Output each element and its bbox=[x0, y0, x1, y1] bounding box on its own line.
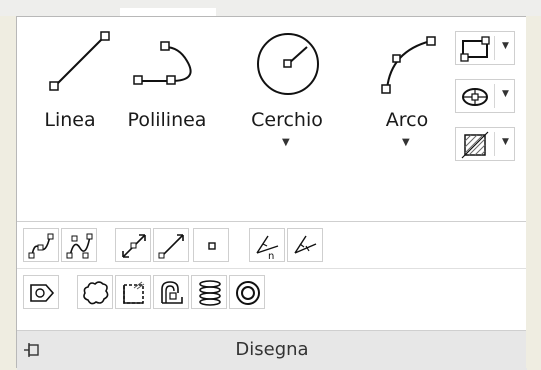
rectangle-dropdown-icon[interactable]: ▼ bbox=[502, 41, 509, 51]
ribbon-tab-edge bbox=[120, 8, 216, 16]
arc-dropdown-icon[interactable]: ▼ bbox=[402, 137, 410, 148]
row-divider bbox=[17, 268, 527, 269]
ribbon-right-edge bbox=[526, 16, 541, 368]
circle-button[interactable]: Cerchio ▼ bbox=[241, 17, 333, 177]
draw-panel-large-tools: Linea Polilinea Cerchio ▼ Arco ▼ ▼ ▼ ▼ bbox=[17, 17, 527, 222]
rectangle-separator bbox=[494, 36, 495, 60]
helix-button[interactable] bbox=[191, 275, 227, 309]
point-icon bbox=[208, 242, 216, 250]
arc-label: Arco bbox=[385, 109, 429, 131]
region-button[interactable] bbox=[23, 275, 59, 309]
hatch-icon bbox=[461, 131, 489, 159]
ellipse-separator bbox=[494, 84, 495, 108]
panel-footer[interactable]: Disegna bbox=[17, 330, 527, 370]
polyline-icon bbox=[133, 41, 192, 85]
ribbon-top-strip bbox=[0, 0, 541, 16]
boundary-icon bbox=[161, 281, 183, 304]
ray-button[interactable] bbox=[153, 228, 189, 262]
hatch-button[interactable]: ▼ bbox=[455, 127, 515, 161]
circle-label: Cerchio bbox=[251, 109, 323, 131]
line-icon bbox=[49, 31, 110, 91]
construction-line-button[interactable] bbox=[115, 228, 151, 262]
ellipse-icon bbox=[462, 88, 488, 106]
boundary-button[interactable] bbox=[153, 275, 189, 309]
measure-icon bbox=[294, 235, 317, 254]
construction-line-icon bbox=[122, 234, 146, 258]
wipeout-button[interactable] bbox=[115, 275, 151, 309]
ellipse-button[interactable]: ▼ bbox=[455, 79, 515, 113]
donut-icon bbox=[236, 281, 260, 305]
region-icon bbox=[30, 284, 55, 302]
panel-title: Disegna bbox=[235, 339, 309, 360]
draw-tools-row-2 bbox=[17, 271, 527, 311]
spline-fit-icon bbox=[28, 233, 54, 259]
spline-cv-icon bbox=[66, 233, 93, 259]
spline-fit-button[interactable] bbox=[23, 228, 59, 262]
point-button[interactable] bbox=[193, 228, 229, 262]
draw-tools-row-1: n bbox=[17, 224, 527, 264]
polyline-label: Polilinea bbox=[127, 109, 207, 131]
line-button[interactable]: Linea bbox=[35, 17, 110, 177]
helix-icon bbox=[199, 280, 221, 306]
arc-button[interactable]: Arco ▼ bbox=[369, 17, 445, 177]
revision-cloud-button[interactable] bbox=[77, 275, 113, 309]
circle-icon bbox=[257, 33, 319, 95]
divide-icon: n bbox=[256, 235, 279, 260]
hatch-dropdown-icon[interactable]: ▼ bbox=[502, 137, 509, 147]
line-label: Linea bbox=[44, 109, 96, 131]
spline-cv-button[interactable] bbox=[61, 228, 97, 262]
rectangle-button[interactable]: ▼ bbox=[455, 31, 515, 65]
polyline-button[interactable]: Polilinea bbox=[117, 17, 217, 177]
wipeout-icon bbox=[123, 281, 145, 304]
arc-icon bbox=[381, 36, 436, 94]
svg-text:n: n bbox=[268, 251, 274, 260]
ellipse-dropdown-icon[interactable]: ▼ bbox=[502, 89, 509, 99]
draw-panel: Linea Polilinea Cerchio ▼ Arco ▼ ▼ ▼ ▼ n… bbox=[16, 16, 541, 370]
measure-button[interactable] bbox=[287, 228, 323, 262]
rectangle-icon bbox=[460, 36, 490, 62]
divide-button[interactable]: n bbox=[249, 228, 285, 262]
revision-cloud-icon bbox=[83, 281, 109, 305]
donut-button[interactable] bbox=[229, 275, 265, 309]
ray-icon bbox=[158, 234, 184, 259]
hatch-separator bbox=[494, 132, 495, 156]
circle-dropdown-icon[interactable]: ▼ bbox=[282, 137, 290, 148]
